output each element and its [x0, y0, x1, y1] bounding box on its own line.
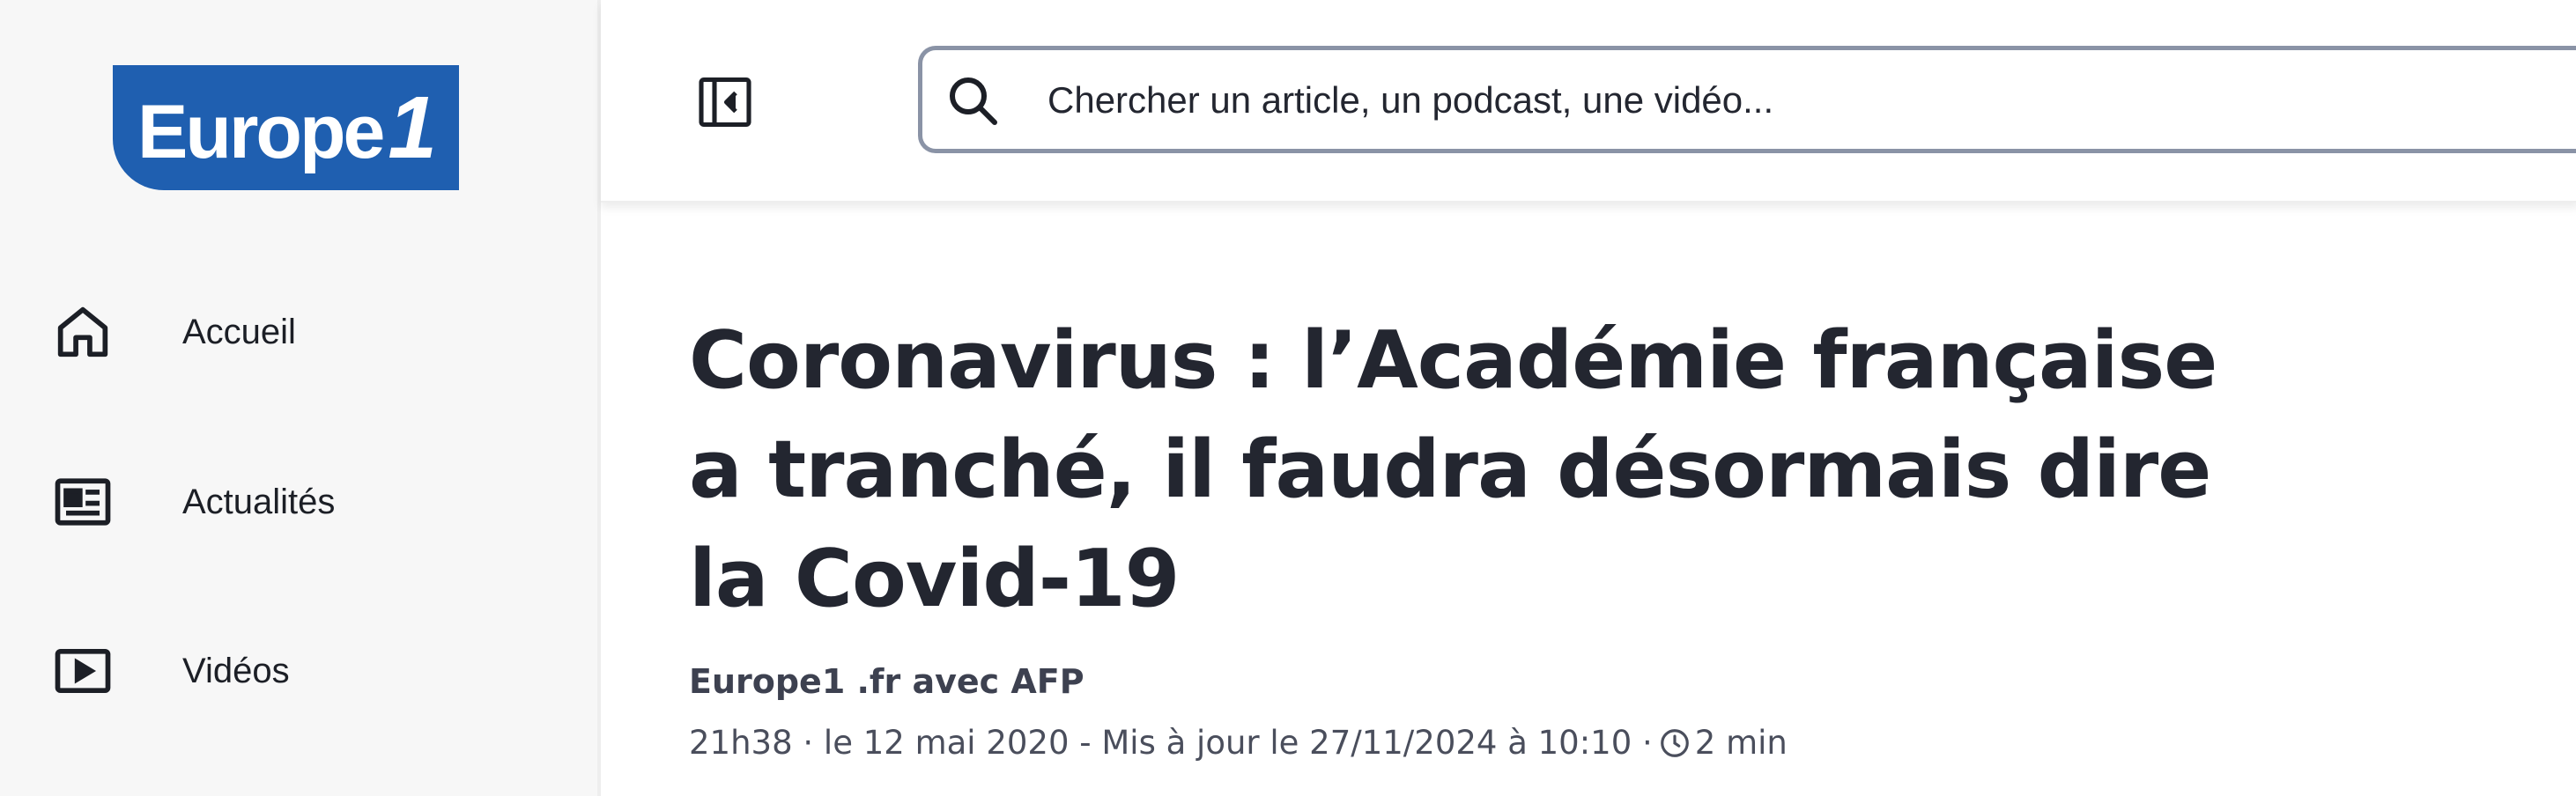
publish-time: 21h38 [689, 724, 793, 762]
search-bar[interactable] [918, 46, 2576, 153]
newspaper-icon [55, 478, 111, 526]
sidebar-toggle-button[interactable] [693, 70, 757, 134]
europe1-logo[interactable]: Europe1 [113, 65, 459, 190]
read-time: 2 min [1694, 724, 1788, 762]
meta-separator: · [1632, 724, 1653, 762]
meta-separator: · [792, 724, 824, 762]
sidebar-item-accueil[interactable]: Accueil [0, 284, 597, 380]
sidebar: Europe1 Accueil Actualités Vidéos [0, 0, 597, 796]
article-title: Coronavirus : l’Académie française a tra… [689, 314, 2217, 625]
top-bar [601, 0, 2576, 203]
publish-date: le 12 mai 2020 - Mis à jour le 27/11/202… [823, 724, 1632, 762]
play-icon [55, 648, 111, 694]
search-input[interactable] [1046, 50, 2459, 151]
sidebar-item-label: Vidéos [182, 651, 290, 690]
sidebar-toggle-icon [699, 77, 751, 128]
logo-text: Europe1 [137, 78, 437, 177]
main-content: Coronavirus : l’Académie française a tra… [597, 0, 2576, 796]
sidebar-item-label: Accueil [182, 312, 296, 351]
home-icon [57, 306, 108, 357]
search-icon[interactable] [942, 70, 1005, 133]
article-meta: 21h38 · le 12 mai 2020 - Mis à jour le 2… [689, 724, 1788, 762]
clock-icon [1660, 728, 1689, 757]
sidebar-item-actualites[interactable]: Actualités [0, 453, 597, 550]
sidebar-item-videos[interactable]: Vidéos [0, 623, 597, 719]
sidebar-item-label: Actualités [182, 482, 336, 521]
article-byline: Europe1 .fr avec AFP [689, 662, 1084, 701]
